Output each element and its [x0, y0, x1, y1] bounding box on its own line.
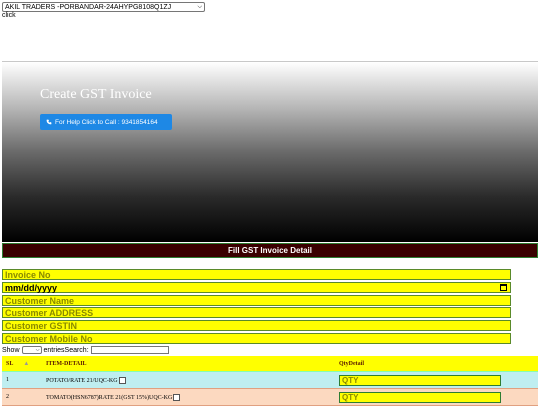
invoice-no-field[interactable]: Invoice No — [2, 269, 511, 280]
sort-icon: ▲ — [23, 360, 30, 367]
item-checkbox[interactable] — [173, 393, 181, 401]
page-title: Create GST Invoice — [40, 87, 152, 102]
entries-length-select[interactable]: ⌵ — [21, 346, 42, 354]
click-label: click — [2, 12, 16, 19]
qty-input[interactable]: QTY — [339, 374, 501, 386]
row-item: POTATO/RATE 21/UQC-KG — [42, 371, 335, 389]
row-item-label: POTATO/RATE 21/UQC-KG — [46, 377, 118, 384]
chevron-down-icon: ⌵ — [35, 347, 40, 353]
header-qty[interactable]: QtyDetail — [335, 356, 538, 372]
row-item-label: TOMATO(HSN6787)RATE 21(GST 15%)UQC-KG — [46, 394, 173, 401]
table-controls: Show ⌵ entriesSearch: — [2, 346, 169, 354]
header-item[interactable]: ITEM-DETAIL — [42, 356, 335, 372]
show-label: Show — [2, 346, 20, 354]
row-sl: 1 — [2, 371, 42, 389]
items-table: SL ▲ ITEM-DETAIL QtyDetail 1 POTATO/RATE … — [2, 356, 538, 406]
table-header-row: SL ▲ ITEM-DETAIL QtyDetail — [2, 356, 538, 372]
entries-search-label: entriesSearch: — [43, 346, 89, 354]
qty-input[interactable]: QTY — [339, 391, 501, 403]
item-checkbox[interactable] — [118, 376, 126, 384]
section-title: Fill GST Invoice Detail — [2, 243, 538, 258]
phone-icon — [46, 119, 52, 125]
table-row: 2 TOMATO(HSN6787)RATE 21(GST 15%)UQC-KG … — [2, 388, 538, 406]
row-item: TOMATO(HSN6787)RATE 21(GST 15%)UQC-KG — [42, 388, 335, 406]
header-sl-label: SL — [6, 360, 14, 367]
customer-address-field[interactable]: Customer ADDRESS — [2, 307, 511, 318]
table-row: 1 POTATO/RATE 21/UQC-KG QTY — [2, 371, 538, 389]
help-call-label: For Help Click to Call : 9341854164 — [55, 118, 158, 126]
chevron-down-icon: ⌵ — [197, 3, 202, 10]
row-sl: 2 — [2, 388, 42, 406]
store-select-value: AKIL TRADERS -PORBANDAR-24AHYPG8108Q1ZJ — [5, 3, 172, 11]
store-select[interactable]: AKIL TRADERS -PORBANDAR-24AHYPG8108Q1ZJ … — [2, 2, 205, 12]
calendar-icon[interactable] — [500, 284, 507, 291]
header-sl[interactable]: SL ▲ — [2, 356, 42, 372]
help-call-button[interactable]: For Help Click to Call : 9341854164 — [40, 114, 172, 130]
customer-mobile-field[interactable]: Customer Mobile No — [2, 333, 511, 344]
invoice-date-field[interactable]: mm/dd/yyyy — [2, 282, 511, 293]
customer-name-field[interactable]: Customer Name — [2, 295, 511, 306]
search-input[interactable] — [90, 346, 169, 354]
date-placeholder: mm/dd/yyyy — [5, 282, 58, 293]
row-qty: QTY — [335, 371, 538, 389]
row-qty: QTY — [335, 388, 538, 406]
customer-gstin-field[interactable]: Customer GSTIN — [2, 320, 511, 331]
